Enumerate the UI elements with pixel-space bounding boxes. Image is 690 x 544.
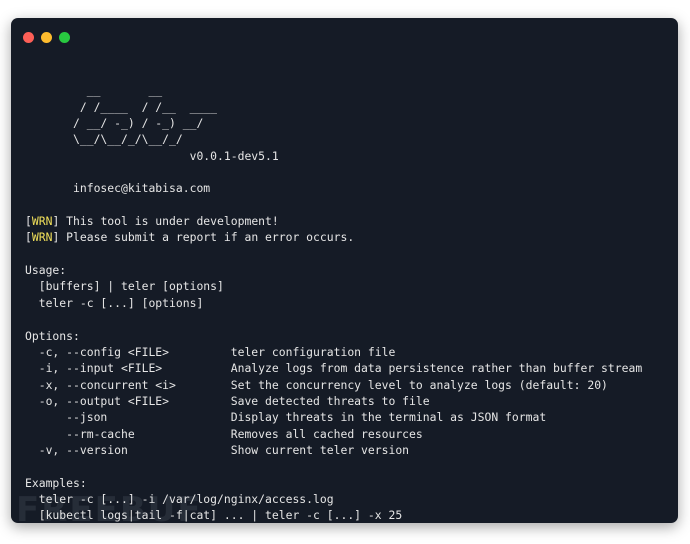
- banner-line: \__/\__/_/\__/_/: [25, 132, 259, 147]
- option-json: --json Display threats in the terminal a…: [25, 410, 547, 425]
- options-header: Options:: [25, 328, 80, 343]
- warning-tag: WRN: [31, 230, 53, 245]
- terminal-window: __ __ / /____ / /__ ____ / __/ -_) / -_)…: [11, 18, 678, 523]
- usage-line: teler -c [...] [options]: [25, 295, 204, 310]
- banner-line: [25, 66, 678, 82]
- window-titlebar: [11, 18, 678, 54]
- option-input: -i, --input <FILE> Analyze logs from dat…: [25, 361, 643, 376]
- warning-line: [WRN] Please submit a report if an error…: [25, 230, 355, 245]
- examples-header: Examples:: [25, 475, 87, 490]
- terminal-output[interactable]: __ __ / /____ / /__ ____ / __/ -_) / -_)…: [25, 66, 678, 523]
- version-line: v0.0.1-dev5.1: [25, 148, 279, 163]
- close-window-button[interactable]: [23, 32, 34, 43]
- option-config: -c, --config <FILE> teler configuration …: [25, 344, 396, 359]
- option-version: -v, --version Show current teler version: [25, 442, 410, 457]
- contact-email: infosec@kitabisa.com: [25, 181, 211, 196]
- usage-header: Usage:: [25, 263, 67, 278]
- usage-line: [buffers] | teler [options]: [25, 279, 224, 294]
- warning-text: Please submit a report if an error occur…: [59, 230, 355, 245]
- minimize-window-button[interactable]: [41, 32, 52, 43]
- example-line: [kubectl logs|tail -f|cat] ... | teler -…: [25, 508, 403, 523]
- warning-tag: WRN: [31, 214, 53, 229]
- option-concurrent: -x, --concurrent <i> Set the concurrency…: [25, 377, 608, 392]
- banner-line: / __/ -_) / -_) __/: [25, 116, 259, 131]
- warning-text: This tool is under development!: [59, 214, 279, 229]
- option-output: -o, --output <FILE> Save detected threat…: [25, 393, 430, 408]
- banner-line: / /____ / /__ ____: [25, 99, 259, 114]
- example-line: teler -c [...] -i /var/log/nginx/access.…: [25, 491, 334, 506]
- option-rm-cache: --rm-cache Removes all cached resources: [25, 426, 423, 441]
- warning-line: [WRN] This tool is under development!: [25, 214, 279, 229]
- banner-line: __ __: [25, 83, 259, 98]
- maximize-window-button[interactable]: [59, 32, 70, 43]
